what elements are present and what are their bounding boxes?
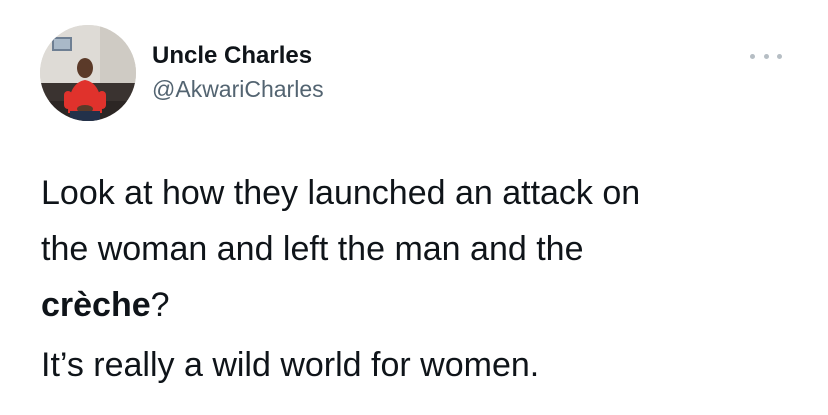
author-avatar[interactable]: [40, 25, 136, 121]
author-display-name[interactable]: Uncle Charles: [152, 42, 324, 70]
tweet-card: Uncle Charles @AkwariCharles Look at how…: [0, 0, 828, 415]
tweet-text-line: Look at how they launched an attack on: [41, 174, 641, 212]
tweet-text-punct: ?: [150, 286, 170, 324]
tweet-paragraph: It’s really a wild world for women.: [41, 346, 540, 384]
avatar-photo: [40, 25, 136, 121]
more-options-button[interactable]: [750, 46, 782, 66]
ellipsis-icon: [763, 53, 769, 59]
tweet-paragraph: Look at how they launched an attack on t…: [41, 165, 801, 333]
ellipsis-icon: [777, 53, 782, 59]
author-info: Uncle Charles @AkwariCharles: [152, 42, 324, 103]
ellipsis-icon: [750, 53, 755, 59]
tweet-text-line: the woman and left the man and the: [41, 230, 584, 268]
tweet-text: Look at how they launched an attack on t…: [41, 165, 801, 393]
tweet-bold-word: crèche: [41, 286, 151, 324]
author-handle[interactable]: @AkwariCharles: [152, 75, 324, 103]
